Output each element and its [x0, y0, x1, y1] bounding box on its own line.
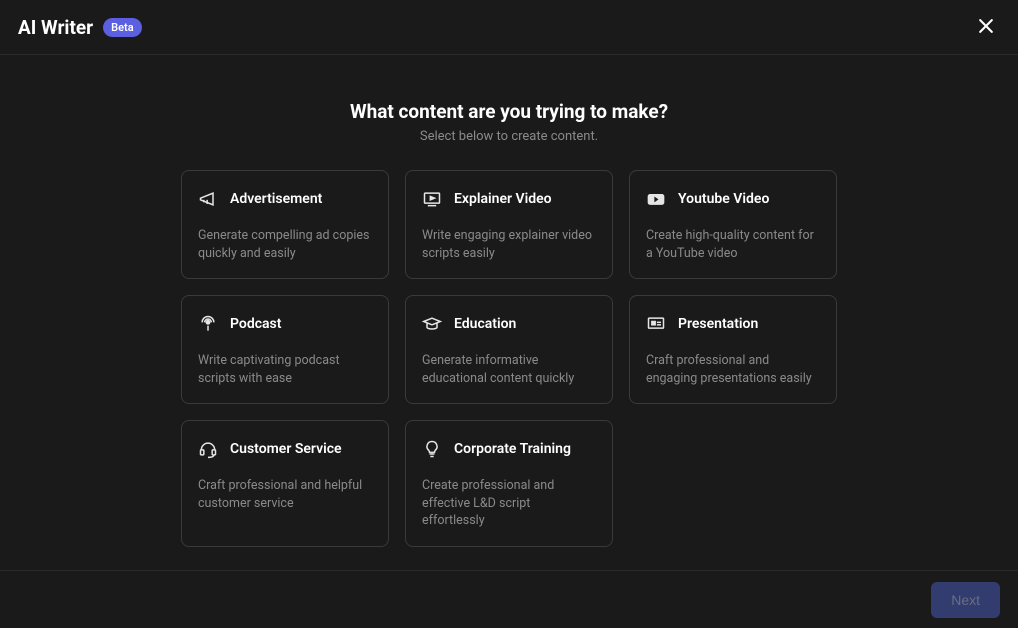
presentation-icon [646, 314, 666, 334]
app-title: AI Writer [18, 16, 93, 39]
card-head: Podcast [198, 314, 372, 334]
card-corporate-training[interactable]: Corporate Training Create professional a… [405, 420, 613, 547]
card-title: Education [454, 316, 516, 332]
card-customer-service[interactable]: Customer Service Craft professional and … [181, 420, 389, 547]
card-head: Presentation [646, 314, 820, 334]
card-youtube-video[interactable]: Youtube Video Create high-quality conten… [629, 170, 837, 279]
header-left: AI Writer Beta [18, 16, 142, 39]
footer: Next [0, 570, 1018, 628]
card-desc: Generate compelling ad copies quickly an… [198, 227, 372, 262]
main-content: What content are you trying to make? Sel… [0, 55, 1018, 547]
lightbulb-icon [422, 439, 442, 459]
card-head: Advertisement [198, 189, 372, 209]
close-icon [976, 16, 996, 39]
card-desc: Craft professional and helpful customer … [198, 477, 372, 512]
header: AI Writer Beta [0, 0, 1018, 55]
card-head: Education [422, 314, 596, 334]
card-head: Corporate Training [422, 439, 596, 459]
page-heading: What content are you trying to make? [350, 100, 668, 123]
next-button[interactable]: Next [931, 582, 1000, 618]
page-subheading: Select below to create content. [420, 129, 598, 144]
card-desc: Write captivating podcast scripts with e… [198, 352, 372, 387]
card-title: Presentation [678, 316, 758, 332]
close-button[interactable] [972, 13, 1000, 41]
options-grid: Advertisement Generate compelling ad cop… [181, 170, 837, 547]
card-title: Customer Service [230, 441, 342, 457]
podcast-icon [198, 314, 218, 334]
card-title: Corporate Training [454, 441, 571, 457]
card-desc: Craft professional and engaging presenta… [646, 352, 820, 387]
card-title: Explainer Video [454, 191, 552, 207]
card-desc: Write engaging explainer video scripts e… [422, 227, 596, 262]
card-presentation[interactable]: Presentation Craft professional and enga… [629, 295, 837, 404]
headset-icon [198, 439, 218, 459]
card-explainer-video[interactable]: Explainer Video Write engaging explainer… [405, 170, 613, 279]
card-advertisement[interactable]: Advertisement Generate compelling ad cop… [181, 170, 389, 279]
card-title: Youtube Video [678, 191, 769, 207]
card-head: Explainer Video [422, 189, 596, 209]
megaphone-icon [198, 189, 218, 209]
card-education[interactable]: Education Generate informative education… [405, 295, 613, 404]
beta-badge: Beta [103, 18, 142, 37]
card-desc: Create high-quality content for a YouTub… [646, 227, 820, 262]
card-title: Podcast [230, 316, 281, 332]
card-podcast[interactable]: Podcast Write captivating podcast script… [181, 295, 389, 404]
card-desc: Create professional and effective L&D sc… [422, 477, 596, 530]
play-screen-icon [422, 189, 442, 209]
graduation-cap-icon [422, 314, 442, 334]
card-desc: Generate informative educational content… [422, 352, 596, 387]
card-head: Customer Service [198, 439, 372, 459]
youtube-icon [646, 189, 666, 209]
card-head: Youtube Video [646, 189, 820, 209]
card-title: Advertisement [230, 191, 322, 207]
